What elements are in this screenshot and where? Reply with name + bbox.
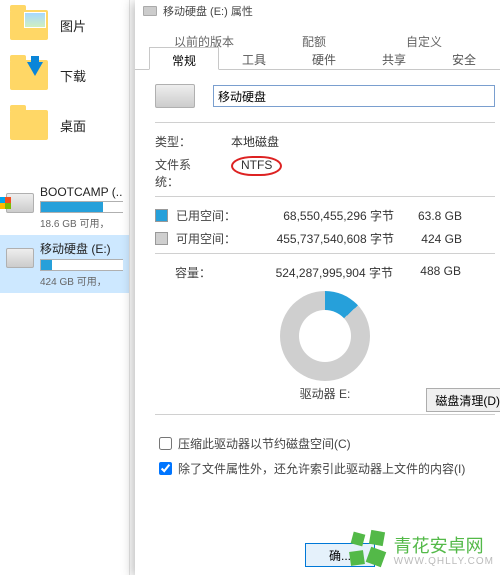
free-space-bytes: 455,737,540,608 字节 [244, 230, 394, 247]
tab-previous-versions[interactable]: 以前的版本 [149, 28, 259, 46]
desktop-folder-icon [10, 110, 48, 140]
watermark-logo-icon [348, 529, 388, 569]
tab-hardware[interactable]: 硬件 [289, 46, 359, 69]
drive-usage-bar [40, 201, 123, 213]
capacity-human: 488 GB [401, 264, 461, 281]
index-checkbox-row[interactable]: 除了文件属性外，还允许索引此驱动器上文件的内容(I) [159, 460, 495, 477]
drive-name: 移动硬盘 (E:) [40, 240, 123, 257]
downloads-folder-icon [10, 60, 48, 90]
drive-icon [143, 6, 157, 16]
pictures-folder-icon [10, 10, 48, 40]
watermark: 青花安卓网 WWW.QHLLY.COM [348, 529, 494, 569]
used-space-swatch [155, 209, 168, 222]
drive-sub: 424 GB 可用， [40, 273, 123, 288]
drive-icon [6, 248, 34, 268]
quick-access-pictures[interactable]: 图片 [0, 0, 129, 50]
properties-dialog: 移动硬盘 (E:) 属性 以前的版本 配额 自定义 常规 工具 硬件 共享 安全… [135, 0, 500, 575]
general-tab-content: 类型： 本地磁盘 文件系统： NTFS 已用空间： 68,550,455,296… [135, 70, 500, 477]
free-space-human: 424 GB [402, 232, 462, 246]
compress-checkbox[interactable] [159, 437, 172, 450]
quick-access-label: 图片 [60, 16, 86, 35]
type-label: 类型： [155, 133, 211, 150]
watermark-url: WWW.QHLLY.COM [394, 558, 494, 566]
quick-access-label: 下载 [60, 66, 86, 85]
capacity-bytes: 524,287,995,904 字节 [243, 264, 393, 281]
drive-name: BOOTCAMP (... [40, 185, 123, 199]
explorer-left-panel: 图片 下载 桌面 BOOTCAMP (... 18.6 GB 可用， 移动硬盘 … [0, 0, 130, 575]
drive-letter-label: 驱动器 E: [300, 385, 351, 402]
drive-sub: 18.6 GB 可用， [40, 215, 123, 230]
watermark-brand: 青花安卓网 [394, 536, 484, 556]
drive-name-input[interactable] [213, 85, 495, 107]
window-title: 移动硬盘 (E:) 属性 [163, 3, 253, 19]
drive-item-bootcamp[interactable]: BOOTCAMP (... 18.6 GB 可用， [0, 180, 129, 235]
tab-quota[interactable]: 配额 [259, 28, 369, 46]
compress-checkbox-row[interactable]: 压缩此驱动器以节约磁盘空间(C) [159, 435, 495, 452]
tab-row-lower: 常规 工具 硬件 共享 安全 [135, 46, 500, 70]
drive-item-removable[interactable]: 移动硬盘 (E:) 424 GB 可用， [0, 235, 129, 293]
tab-general[interactable]: 常规 [149, 47, 219, 70]
compress-label: 压缩此驱动器以节约磁盘空间(C) [178, 435, 351, 452]
type-value: 本地磁盘 [231, 133, 279, 150]
usage-donut-chart [280, 291, 370, 381]
tab-tools[interactable]: 工具 [219, 46, 289, 69]
free-space-label: 可用空间： [176, 230, 236, 247]
drive-icon [155, 84, 195, 108]
filesystem-label: 文件系统： [155, 156, 211, 190]
tab-customize[interactable]: 自定义 [369, 28, 479, 46]
quick-access-label: 桌面 [60, 116, 86, 135]
capacity-label: 容量： [155, 264, 235, 281]
filesystem-value: NTFS [231, 156, 282, 176]
used-space-label: 已用空间： [176, 207, 236, 224]
index-label: 除了文件属性外，还允许索引此驱动器上文件的内容(I) [178, 460, 465, 477]
free-space-swatch [155, 232, 168, 245]
tab-sharing[interactable]: 共享 [359, 46, 429, 69]
used-space-human: 63.8 GB [402, 209, 462, 223]
tab-row-upper: 以前的版本 配额 自定义 [135, 22, 500, 46]
titlebar: 移动硬盘 (E:) 属性 [135, 0, 500, 22]
drive-icon [6, 193, 34, 213]
index-checkbox[interactable] [159, 462, 172, 475]
quick-access-downloads[interactable]: 下载 [0, 50, 129, 100]
quick-access-desktop[interactable]: 桌面 [0, 100, 129, 150]
used-space-bytes: 68,550,455,296 字节 [244, 207, 394, 224]
drive-usage-bar [40, 259, 123, 271]
disk-cleanup-button[interactable]: 磁盘清理(D) [426, 388, 500, 412]
tab-security[interactable]: 安全 [429, 46, 499, 69]
